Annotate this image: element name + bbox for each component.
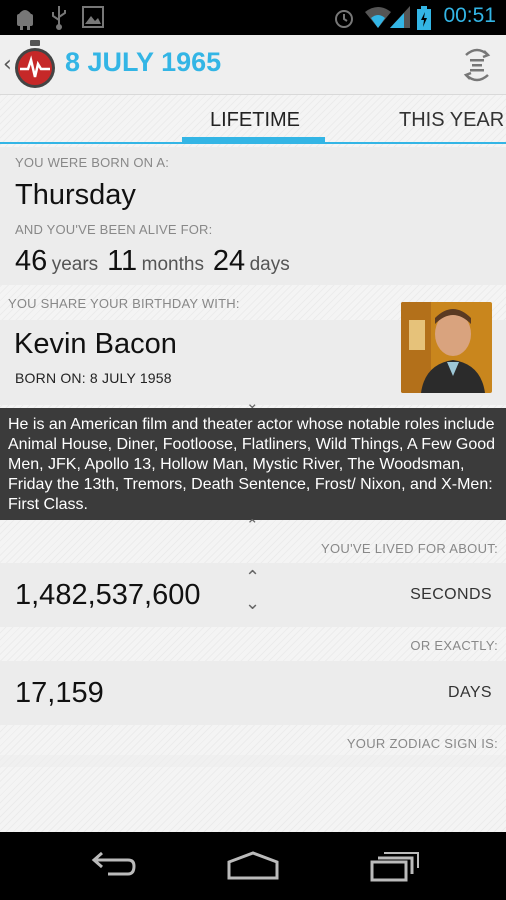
- celebrity-bio: He is an American film and theater actor…: [0, 408, 506, 520]
- recent-apps-icon[interactable]: [370, 850, 420, 882]
- days-card: 17,159 DAYS: [0, 661, 506, 725]
- expand-bio-icon[interactable]: ⌃: [246, 516, 259, 534]
- days-unit: days: [249, 254, 290, 275]
- action-bar: ‹ 8 JULY 1965: [0, 35, 506, 95]
- days-total-value: 17,159: [15, 677, 104, 709]
- navigation-bar: [0, 832, 506, 900]
- app-logo-icon[interactable]: [14, 40, 56, 90]
- tab-selected-indicator: [182, 137, 325, 143]
- celebrity-photo: [401, 302, 492, 393]
- back-icon[interactable]: [88, 850, 136, 882]
- tab-lifetime[interactable]: LIFETIME: [210, 109, 300, 132]
- share-label: YOU SHARE YOUR BIRTHDAY WITH:: [8, 296, 240, 311]
- days-value: 24: [212, 245, 246, 277]
- weekday-value: Thursday: [15, 179, 136, 211]
- battery-icon: [417, 6, 431, 30]
- months-unit: months: [141, 254, 204, 275]
- years-unit: years: [51, 254, 99, 275]
- years-value: 46: [15, 245, 48, 277]
- exactly-label: OR EXACTLY:: [410, 638, 498, 653]
- zodiac-card: [0, 755, 506, 767]
- seconds-unit: SECONDS: [410, 586, 492, 603]
- gallery-icon: [82, 6, 104, 28]
- android-debug-icon: [17, 10, 33, 30]
- unit-down-icon[interactable]: ⌄: [245, 593, 260, 614]
- home-icon[interactable]: [226, 850, 280, 882]
- alive-duration: 46 years 11 months 24 days: [15, 245, 290, 278]
- content-area[interactable]: LIFETIME THIS YEAR YOU WERE BORN ON A: T…: [0, 95, 506, 832]
- status-bar: 00:51: [0, 0, 506, 35]
- sync-icon[interactable]: [462, 47, 492, 83]
- tab-this-year[interactable]: THIS YEAR: [399, 109, 504, 132]
- wifi-icon: [365, 7, 391, 28]
- zodiac-label: YOUR ZODIAC SIGN IS:: [346, 736, 498, 751]
- alive-label: AND YOU'VE BEEN ALIVE FOR:: [15, 222, 213, 237]
- up-caret-icon[interactable]: ‹: [3, 52, 12, 77]
- tab-strip: LIFETIME THIS YEAR: [0, 95, 506, 147]
- unit-up-icon[interactable]: ⌃: [245, 567, 260, 588]
- clock: 00:51: [443, 4, 496, 27]
- days-total-unit: DAYS: [448, 684, 492, 701]
- celebrity-name: Kevin Bacon: [14, 328, 177, 360]
- celebrity-born-on: BORN ON: 8 JULY 1958: [15, 370, 172, 386]
- months-value: 11: [107, 245, 138, 277]
- usb-icon: [52, 6, 66, 30]
- lived-label: YOU'VE LIVED FOR ABOUT:: [321, 541, 498, 556]
- seconds-value: 1,482,537,600: [15, 579, 201, 611]
- born-label: YOU WERE BORN ON A:: [15, 155, 170, 170]
- page-title: 8 JULY 1965: [65, 47, 222, 77]
- seconds-card: 1,482,537,600 ⌃ ⌄ SECONDS: [0, 563, 506, 627]
- signal-icon: [390, 6, 410, 28]
- birth-card: YOU WERE BORN ON A: Thursday AND YOU'VE …: [0, 147, 506, 285]
- alarm-icon: [335, 10, 353, 28]
